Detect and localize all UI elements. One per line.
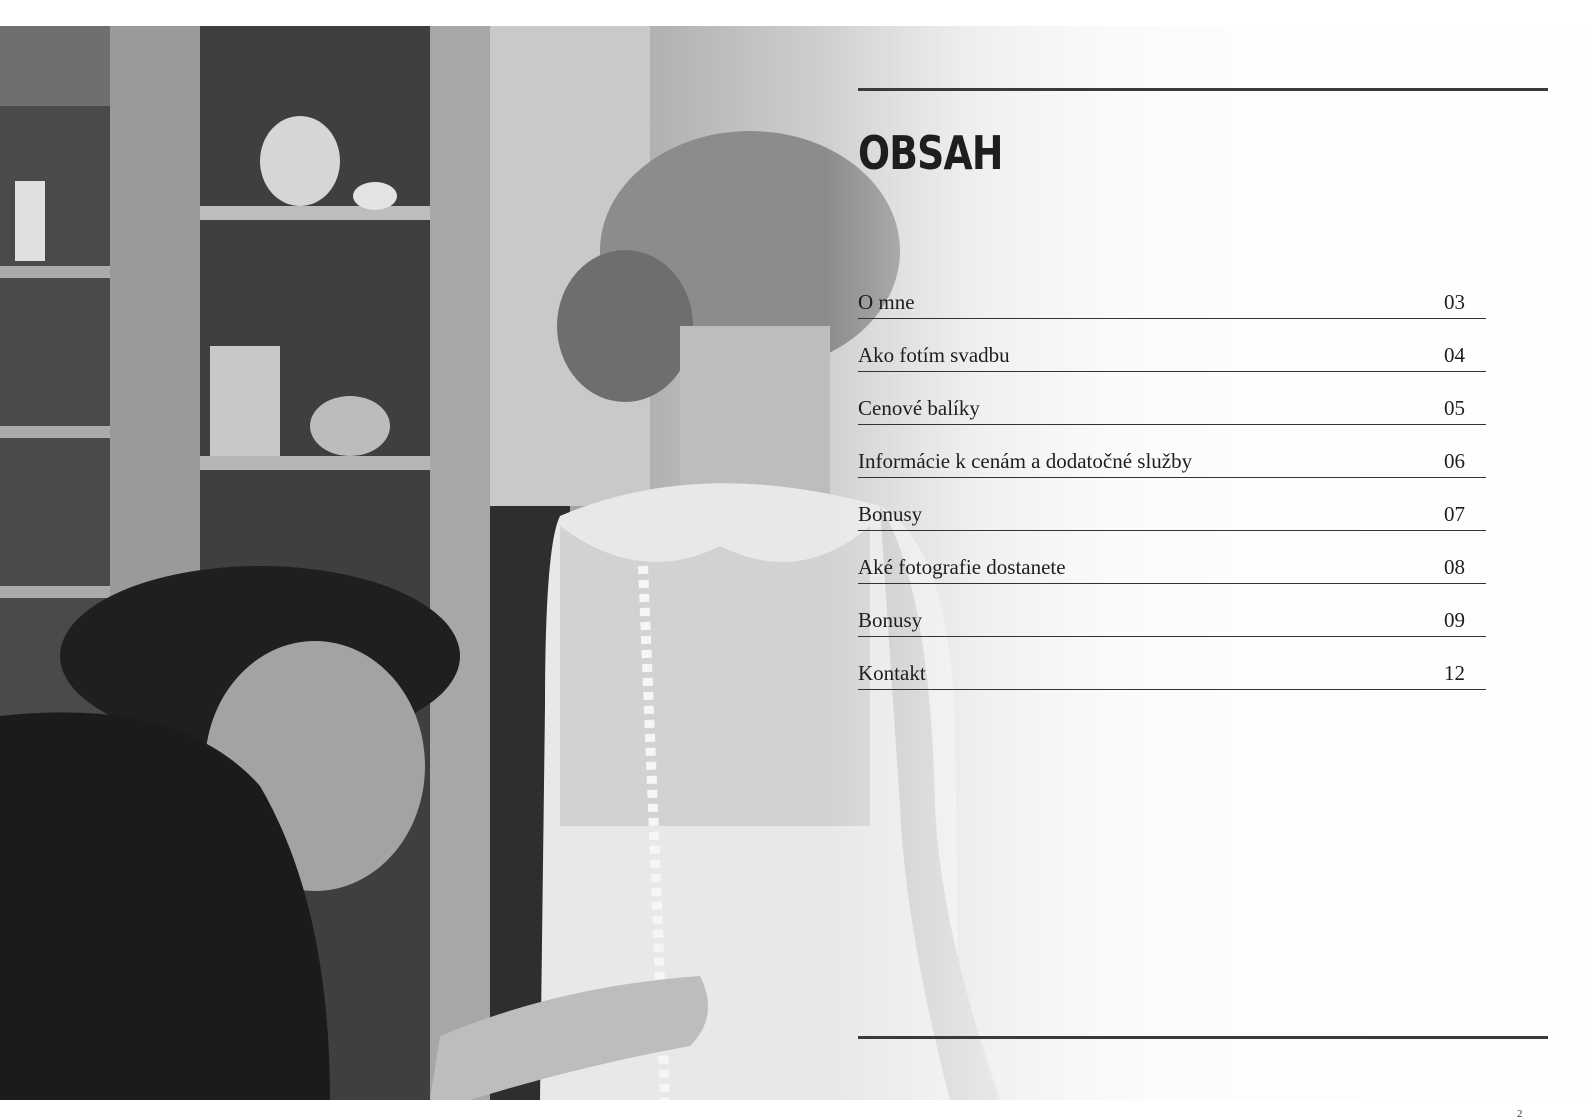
toc-entry-label: O mne <box>858 290 915 314</box>
toc-entry-page: 08 <box>1444 555 1465 579</box>
bottom-divider <box>858 1036 1548 1039</box>
toc-entry-label: Kontakt <box>858 661 926 685</box>
toc-entry[interactable]: Bonusy 09 <box>858 586 1486 637</box>
toc-entry[interactable]: Kontakt 12 <box>858 639 1486 690</box>
top-divider <box>858 88 1548 91</box>
table-of-contents: O mne 03 Ako fotím svadbu 04 Cenové balí… <box>858 268 1486 692</box>
toc-entry-page: 03 <box>1444 290 1465 314</box>
toc-entry-label: Informácie k cenám a dodatočné služby <box>858 449 1193 473</box>
toc-entry[interactable]: Bonusy 07 <box>858 480 1486 531</box>
page-title: OBSAH <box>858 126 1003 180</box>
toc-entry[interactable]: Informácie k cenám a dodatočné služby 06 <box>858 427 1486 478</box>
toc-entry-page: 12 <box>1444 661 1465 685</box>
toc-entry-page: 04 <box>1444 343 1465 367</box>
toc-entry-page: 06 <box>1444 449 1465 473</box>
toc-entry[interactable]: Ako fotím svadbu 04 <box>858 321 1486 372</box>
toc-entry-label: Cenové balíky <box>858 396 980 420</box>
toc-entry-label: Bonusy <box>858 502 923 526</box>
toc-entry[interactable]: Cenové balíky 05 <box>858 374 1486 425</box>
toc-entry-page: 09 <box>1444 608 1465 632</box>
toc-entry-label: Aké fotografie dostanete <box>858 555 1066 579</box>
page-number: 2 <box>1517 1108 1523 1120</box>
toc-entry-label: Ako fotím svadbu <box>858 343 1010 367</box>
toc-entry-page: 05 <box>1444 396 1465 420</box>
toc-entry-page: 07 <box>1444 502 1465 526</box>
toc-entry[interactable]: Aké fotografie dostanete 08 <box>858 533 1486 584</box>
toc-entry-label: Bonusy <box>858 608 923 632</box>
toc-entry[interactable]: O mne 03 <box>858 268 1486 319</box>
